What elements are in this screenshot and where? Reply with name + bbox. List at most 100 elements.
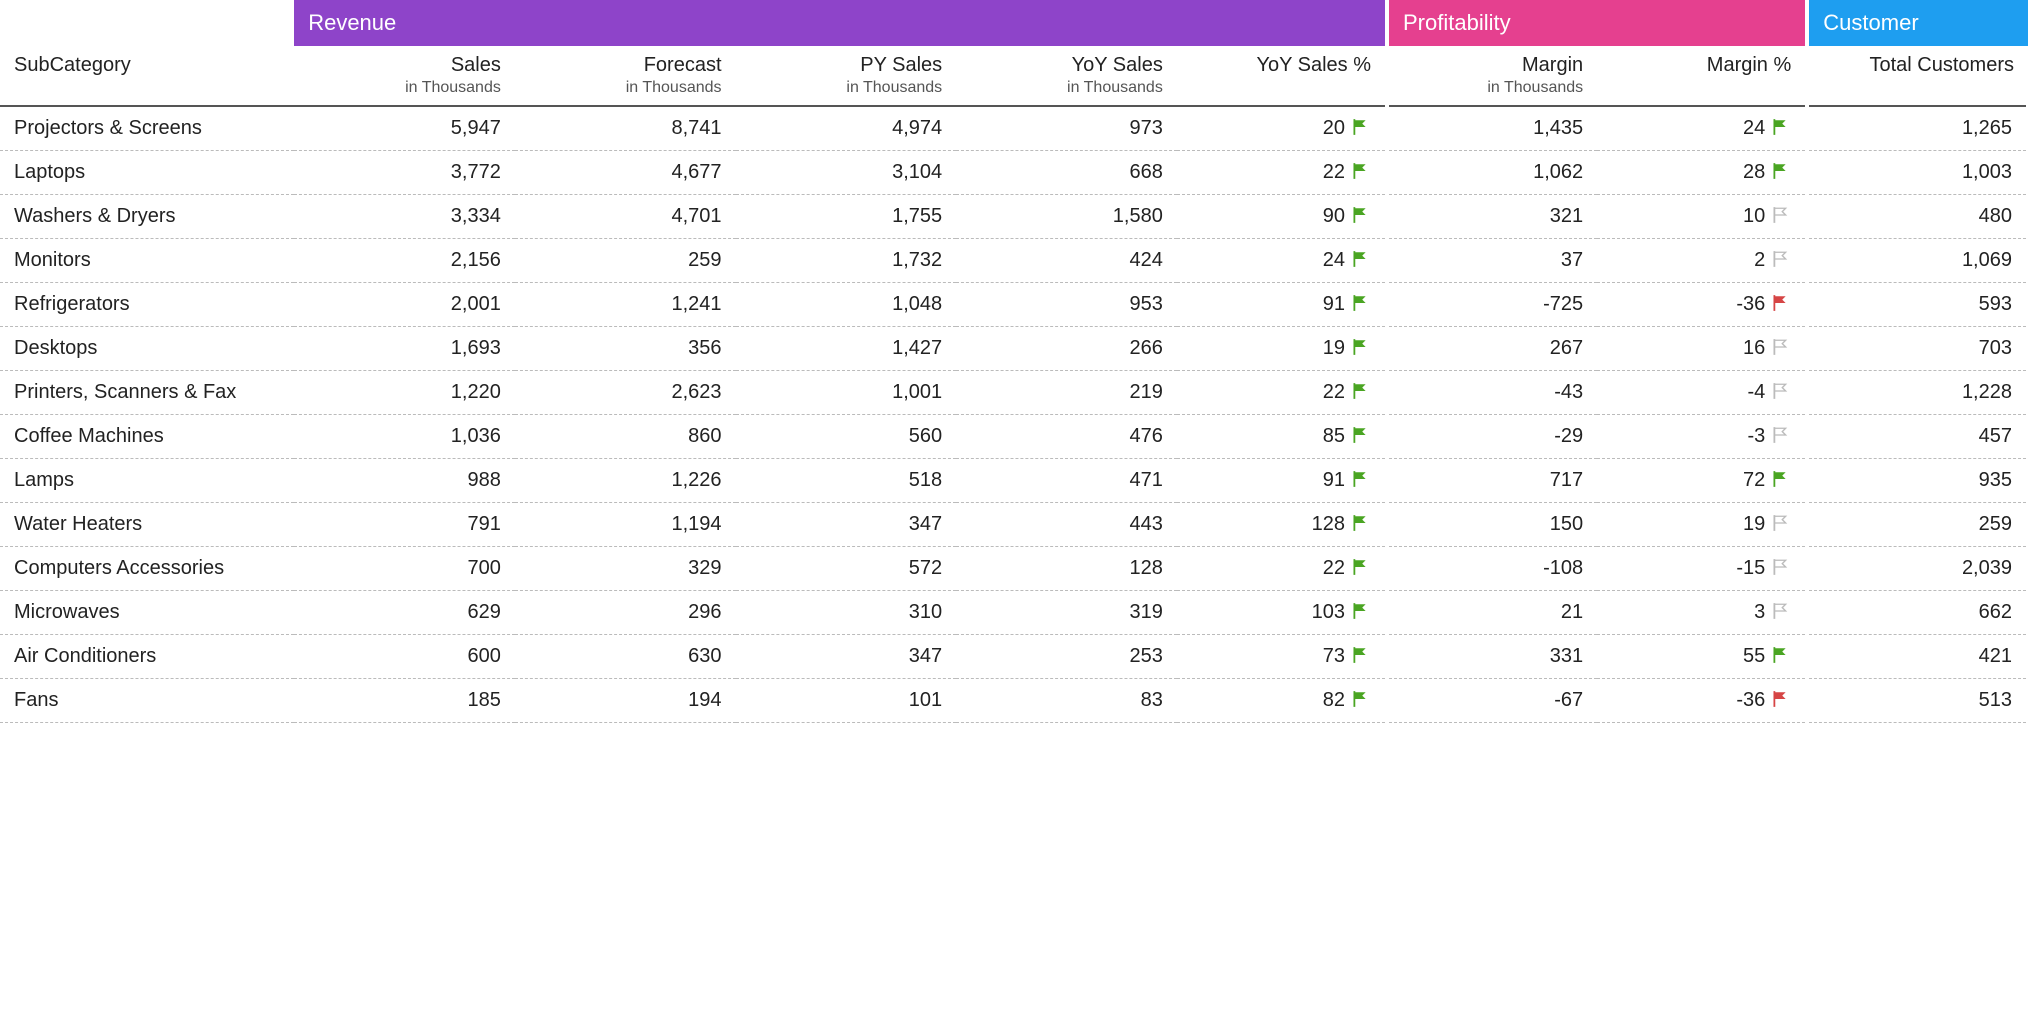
cell-forecast[interactable]: 4,677	[515, 151, 736, 195]
cell-pysales[interactable]: 4,974	[736, 106, 957, 151]
cell-forecast[interactable]: 1,241	[515, 283, 736, 327]
cell-forecast[interactable]: 8,741	[515, 106, 736, 151]
cell-pysales[interactable]: 101	[736, 679, 957, 723]
cell-marginpct[interactable]: 19	[1597, 503, 1807, 547]
cell-customers[interactable]: 703	[1807, 327, 2028, 371]
cell-forecast[interactable]: 1,226	[515, 459, 736, 503]
cell-yoysales[interactable]: 424	[956, 239, 1177, 283]
cell-marginpct[interactable]: -4	[1597, 371, 1807, 415]
cell-sales[interactable]: 2,001	[294, 283, 515, 327]
column-header-forecast[interactable]: Forecastin Thousands	[515, 46, 736, 106]
row-label[interactable]: Printers, Scanners & Fax	[0, 371, 294, 415]
cell-yoysales[interactable]: 1,580	[956, 195, 1177, 239]
row-label[interactable]: Refrigerators	[0, 283, 294, 327]
cell-marginpct[interactable]: 16	[1597, 327, 1807, 371]
table-row[interactable]: Microwaves629296310319103213662	[0, 591, 2028, 635]
cell-forecast[interactable]: 296	[515, 591, 736, 635]
cell-forecast[interactable]: 2,623	[515, 371, 736, 415]
cell-forecast[interactable]: 860	[515, 415, 736, 459]
cell-customers[interactable]: 480	[1807, 195, 2028, 239]
table-row[interactable]: Monitors2,1562591,732424243721,069	[0, 239, 2028, 283]
cell-customers[interactable]: 421	[1807, 635, 2028, 679]
cell-yoypct[interactable]: 19	[1177, 327, 1387, 371]
column-header-margin[interactable]: Marginin Thousands	[1387, 46, 1597, 106]
cell-yoysales[interactable]: 953	[956, 283, 1177, 327]
cell-sales[interactable]: 629	[294, 591, 515, 635]
cell-sales[interactable]: 185	[294, 679, 515, 723]
cell-margin[interactable]: -43	[1387, 371, 1597, 415]
cell-yoysales[interactable]: 471	[956, 459, 1177, 503]
cell-margin[interactable]: 1,435	[1387, 106, 1597, 151]
cell-sales[interactable]: 1,036	[294, 415, 515, 459]
cell-sales[interactable]: 1,693	[294, 327, 515, 371]
cell-pysales[interactable]: 560	[736, 415, 957, 459]
cell-margin[interactable]: 717	[1387, 459, 1597, 503]
row-label[interactable]: Lamps	[0, 459, 294, 503]
cell-forecast[interactable]: 356	[515, 327, 736, 371]
cell-marginpct[interactable]: -36	[1597, 283, 1807, 327]
cell-customers[interactable]: 1,069	[1807, 239, 2028, 283]
cell-yoypct[interactable]: 22	[1177, 547, 1387, 591]
table-row[interactable]: Fans1851941018382-67-36513	[0, 679, 2028, 723]
row-label[interactable]: Projectors & Screens	[0, 106, 294, 151]
cell-marginpct[interactable]: 3	[1597, 591, 1807, 635]
cell-margin[interactable]: -108	[1387, 547, 1597, 591]
row-label[interactable]: Fans	[0, 679, 294, 723]
cell-sales[interactable]: 1,220	[294, 371, 515, 415]
row-label[interactable]: Computers Accessories	[0, 547, 294, 591]
cell-yoypct[interactable]: 91	[1177, 459, 1387, 503]
group-header-profitability[interactable]: Profitability	[1387, 0, 1807, 46]
row-label[interactable]: Air Conditioners	[0, 635, 294, 679]
table-row[interactable]: Desktops1,6933561,4272661926716703	[0, 327, 2028, 371]
row-label[interactable]: Washers & Dryers	[0, 195, 294, 239]
cell-margin[interactable]: 321	[1387, 195, 1597, 239]
row-label[interactable]: Water Heaters	[0, 503, 294, 547]
cell-yoypct[interactable]: 85	[1177, 415, 1387, 459]
table-row[interactable]: Water Heaters7911,19434744312815019259	[0, 503, 2028, 547]
cell-pysales[interactable]: 1,755	[736, 195, 957, 239]
row-label[interactable]: Laptops	[0, 151, 294, 195]
cell-yoysales[interactable]: 83	[956, 679, 1177, 723]
cell-pysales[interactable]: 572	[736, 547, 957, 591]
table-row[interactable]: Printers, Scanners & Fax1,2202,6231,0012…	[0, 371, 2028, 415]
cell-pysales[interactable]: 310	[736, 591, 957, 635]
cell-forecast[interactable]: 329	[515, 547, 736, 591]
table-row[interactable]: Lamps9881,2265184719171772935	[0, 459, 2028, 503]
cell-yoypct[interactable]: 90	[1177, 195, 1387, 239]
table-row[interactable]: Washers & Dryers3,3344,7011,7551,5809032…	[0, 195, 2028, 239]
cell-margin[interactable]: 150	[1387, 503, 1597, 547]
cell-marginpct[interactable]: -3	[1597, 415, 1807, 459]
cell-marginpct[interactable]: 2	[1597, 239, 1807, 283]
cell-pysales[interactable]: 347	[736, 635, 957, 679]
cell-customers[interactable]: 662	[1807, 591, 2028, 635]
cell-margin[interactable]: 331	[1387, 635, 1597, 679]
cell-yoysales[interactable]: 253	[956, 635, 1177, 679]
cell-margin[interactable]: -29	[1387, 415, 1597, 459]
table-row[interactable]: Computers Accessories70032957212822-108-…	[0, 547, 2028, 591]
cell-yoysales[interactable]: 319	[956, 591, 1177, 635]
cell-yoypct[interactable]: 103	[1177, 591, 1387, 635]
cell-margin[interactable]: 1,062	[1387, 151, 1597, 195]
row-label[interactable]: Coffee Machines	[0, 415, 294, 459]
cell-sales[interactable]: 791	[294, 503, 515, 547]
group-header-revenue[interactable]: Revenue	[294, 0, 1387, 46]
row-label[interactable]: Desktops	[0, 327, 294, 371]
cell-pysales[interactable]: 1,001	[736, 371, 957, 415]
cell-margin[interactable]: -725	[1387, 283, 1597, 327]
cell-yoysales[interactable]: 973	[956, 106, 1177, 151]
cell-margin[interactable]: 267	[1387, 327, 1597, 371]
table-row[interactable]: Laptops3,7724,6773,104668221,062281,003	[0, 151, 2028, 195]
group-header-customer[interactable]: Customer	[1807, 0, 2028, 46]
table-row[interactable]: Coffee Machines1,03686056047685-29-3457	[0, 415, 2028, 459]
cell-marginpct[interactable]: -15	[1597, 547, 1807, 591]
column-header-yoypct[interactable]: YoY Sales %	[1177, 46, 1387, 106]
cell-yoysales[interactable]: 219	[956, 371, 1177, 415]
row-label[interactable]: Microwaves	[0, 591, 294, 635]
cell-pysales[interactable]: 1,048	[736, 283, 957, 327]
cell-margin[interactable]: 37	[1387, 239, 1597, 283]
cell-customers[interactable]: 1,265	[1807, 106, 2028, 151]
row-label[interactable]: Monitors	[0, 239, 294, 283]
cell-customers[interactable]: 935	[1807, 459, 2028, 503]
cell-sales[interactable]: 600	[294, 635, 515, 679]
cell-pysales[interactable]: 518	[736, 459, 957, 503]
